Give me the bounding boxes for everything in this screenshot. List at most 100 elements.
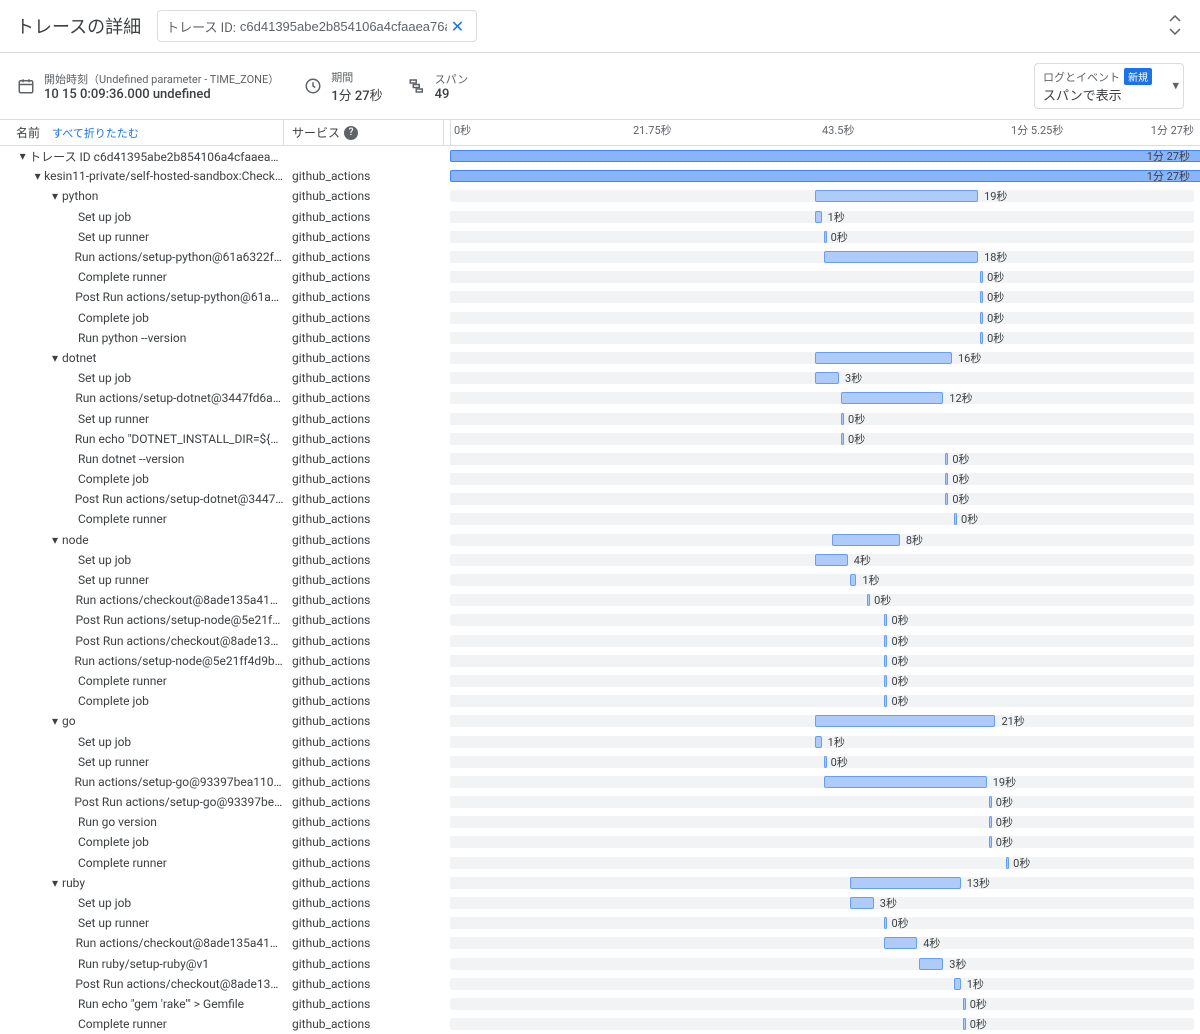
expand-toggle-icon[interactable]: ▾ bbox=[31, 169, 44, 183]
span-bar[interactable] bbox=[841, 413, 844, 425]
span-bar[interactable] bbox=[850, 877, 961, 889]
span-row[interactable]: Set up runnergithub_actions0秒 bbox=[0, 913, 1200, 933]
span-row[interactable]: Set up runnergithub_actions1秒 bbox=[0, 570, 1200, 590]
span-row[interactable]: Complete runnergithub_actions0秒 bbox=[0, 671, 1200, 691]
expand-toggle-icon[interactable]: ▾ bbox=[48, 533, 62, 547]
span-bar[interactable] bbox=[841, 433, 844, 445]
span-bar[interactable] bbox=[954, 513, 957, 525]
span-row[interactable]: Complete runnergithub_actions0秒 bbox=[0, 267, 1200, 287]
span-row[interactable]: ▾kesin11-private/self-hosted-sandbox:Che… bbox=[0, 166, 1200, 186]
span-bar[interactable] bbox=[815, 715, 995, 727]
span-bar[interactable] bbox=[841, 392, 943, 404]
span-bar[interactable] bbox=[850, 897, 874, 909]
span-bar[interactable] bbox=[945, 493, 948, 505]
span-bar[interactable] bbox=[867, 594, 870, 606]
span-row[interactable]: Set up jobgithub_actions1秒 bbox=[0, 207, 1200, 227]
span-row[interactable]: ▾rubygithub_actions13秒 bbox=[0, 873, 1200, 893]
span-row[interactable]: Post Run actions/checkout@8ade135a...git… bbox=[0, 631, 1200, 651]
span-row[interactable]: Run actions/setup-python@61a6322f88...gi… bbox=[0, 247, 1200, 267]
span-bar[interactable] bbox=[815, 736, 822, 748]
span-row[interactable]: Set up runnergithub_actions0秒 bbox=[0, 227, 1200, 247]
span-row[interactable]: Post Run actions/setup-dotnet@3447fd...g… bbox=[0, 489, 1200, 509]
span-row[interactable]: ▾nodegithub_actions8秒 bbox=[0, 530, 1200, 550]
expand-toggle-icon[interactable]: ▾ bbox=[48, 876, 62, 890]
span-bar[interactable] bbox=[980, 332, 983, 344]
span-row[interactable]: Post Run actions/setup-go@93397bea1...gi… bbox=[0, 792, 1200, 812]
span-bar[interactable] bbox=[884, 937, 917, 949]
span-bar[interactable] bbox=[824, 776, 987, 788]
span-bar[interactable] bbox=[815, 352, 952, 364]
span-row[interactable]: Complete jobgithub_actions0秒 bbox=[0, 832, 1200, 852]
span-bar[interactable] bbox=[815, 554, 848, 566]
help-icon[interactable]: ? bbox=[344, 126, 358, 140]
span-row[interactable]: Run actions/checkout@8ade135a41bc...gith… bbox=[0, 590, 1200, 610]
span-bar[interactable] bbox=[945, 473, 948, 485]
span-row[interactable]: ▾dotnetgithub_actions16秒 bbox=[0, 348, 1200, 368]
span-row[interactable]: ▾gogithub_actions21秒 bbox=[0, 711, 1200, 731]
span-bar[interactable] bbox=[989, 836, 992, 848]
collapse-all-link[interactable]: すべて折りたたむ bbox=[52, 125, 139, 141]
expand-toggle-icon[interactable]: ▾ bbox=[48, 189, 62, 203]
span-row[interactable]: Run actions/setup-go@93397bea11091...git… bbox=[0, 772, 1200, 792]
span-row[interactable]: Post Run actions/checkout@8ade135a...git… bbox=[0, 974, 1200, 994]
panel-collapse-down-icon[interactable] bbox=[1166, 27, 1184, 37]
span-bar[interactable] bbox=[980, 271, 983, 283]
span-bar[interactable] bbox=[450, 170, 1200, 182]
clear-search-icon[interactable]: ✕ bbox=[447, 17, 468, 36]
span-bar[interactable] bbox=[815, 372, 839, 384]
span-bar[interactable] bbox=[824, 251, 978, 263]
span-row[interactable]: Complete runnergithub_actions0秒 bbox=[0, 1014, 1200, 1034]
span-bar[interactable] bbox=[980, 312, 983, 324]
span-bar[interactable] bbox=[989, 796, 992, 808]
span-row[interactable]: ▾トレース ID c6d41395abe2b854106a4cfaaea76a.… bbox=[0, 146, 1200, 166]
span-row[interactable]: Run go versiongithub_actions0秒 bbox=[0, 812, 1200, 832]
span-row[interactable]: Run echo "gem 'rake'" > Gemfilegithub_ac… bbox=[0, 994, 1200, 1014]
span-bar[interactable] bbox=[815, 190, 978, 202]
panel-expand-up-icon[interactable] bbox=[1166, 15, 1184, 25]
span-bar[interactable] bbox=[954, 978, 961, 990]
span-row[interactable]: Set up jobgithub_actions1秒 bbox=[0, 731, 1200, 751]
span-bar[interactable] bbox=[824, 756, 827, 768]
span-row[interactable]: Run actions/setup-dotnet@3447fd6a9f...gi… bbox=[0, 388, 1200, 408]
span-row[interactable]: Run echo "DOTNET_INSTALL_DIR=${RU...gith… bbox=[0, 429, 1200, 449]
trace-search-box[interactable]: トレース ID: ✕ bbox=[157, 10, 477, 42]
span-row[interactable]: Post Run actions/setup-python@61a63...gi… bbox=[0, 287, 1200, 307]
start-time-value: 10 15 0:09:36.000 undefined bbox=[44, 87, 279, 102]
span-bar[interactable] bbox=[815, 211, 822, 223]
spans-icon bbox=[407, 76, 427, 96]
span-row[interactable]: Run actions/checkout@8ade135a41bc...gith… bbox=[0, 933, 1200, 953]
span-bar[interactable] bbox=[919, 958, 943, 970]
span-row[interactable]: Complete runnergithub_actions0秒 bbox=[0, 509, 1200, 529]
span-row[interactable]: Set up jobgithub_actions3秒 bbox=[0, 893, 1200, 913]
span-row[interactable]: Run python --versiongithub_actions0秒 bbox=[0, 328, 1200, 348]
span-bar[interactable] bbox=[963, 998, 966, 1010]
span-row[interactable]: Complete jobgithub_actions0秒 bbox=[0, 469, 1200, 489]
span-row[interactable]: ▾pythongithub_actions19秒 bbox=[0, 186, 1200, 206]
span-row[interactable]: Complete runnergithub_actions0秒 bbox=[0, 853, 1200, 873]
span-bar[interactable] bbox=[450, 150, 1200, 162]
span-row[interactable]: Run dotnet --versiongithub_actions0秒 bbox=[0, 449, 1200, 469]
span-row[interactable]: Post Run actions/setup-node@5e21ff4...gi… bbox=[0, 610, 1200, 630]
span-bar[interactable] bbox=[945, 453, 948, 465]
expand-toggle-icon[interactable]: ▾ bbox=[48, 351, 62, 365]
span-bar[interactable] bbox=[980, 291, 983, 303]
logs-events-dropdown[interactable]: ログとイベント 新規 スパンで表示 ▾ bbox=[1034, 63, 1184, 109]
span-bar[interactable] bbox=[989, 816, 992, 828]
span-row[interactable]: Set up runnergithub_actions0秒 bbox=[0, 752, 1200, 772]
expand-toggle-icon[interactable]: ▾ bbox=[16, 149, 29, 163]
span-row[interactable]: Run ruby/setup-ruby@v1github_actions3秒 bbox=[0, 954, 1200, 974]
span-row[interactable]: Set up runnergithub_actions0秒 bbox=[0, 408, 1200, 428]
span-row[interactable]: Set up jobgithub_actions4秒 bbox=[0, 550, 1200, 570]
expand-toggle-icon[interactable]: ▾ bbox=[48, 714, 62, 728]
span-bar[interactable] bbox=[963, 1018, 966, 1030]
span-row[interactable]: Run actions/setup-node@5e21ff4d9bc1...gi… bbox=[0, 651, 1200, 671]
span-bar[interactable] bbox=[1006, 857, 1009, 869]
span-bar[interactable] bbox=[824, 231, 827, 243]
span-row[interactable]: Set up jobgithub_actions3秒 bbox=[0, 368, 1200, 388]
trace-id-input[interactable] bbox=[240, 19, 447, 34]
span-row[interactable]: Complete jobgithub_actions0秒 bbox=[0, 691, 1200, 711]
span-bar[interactable] bbox=[850, 574, 857, 586]
meta-span-count: スパン 49 bbox=[407, 71, 469, 102]
span-row[interactable]: Complete jobgithub_actions0秒 bbox=[0, 308, 1200, 328]
span-bar[interactable] bbox=[832, 534, 900, 546]
